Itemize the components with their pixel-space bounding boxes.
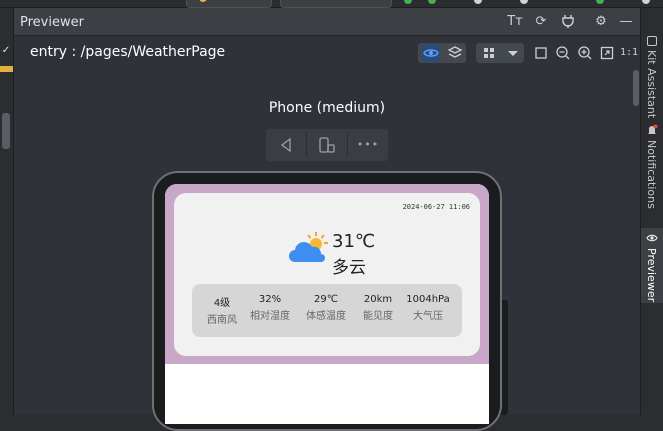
sync-icon[interactable] <box>596 0 604 4</box>
partly-cloudy-icon <box>288 231 330 265</box>
right-tool-strip: Kit Assistant Notifications Previewer <box>640 8 663 415</box>
actual-size-icon[interactable] <box>598 43 616 63</box>
refresh-icon[interactable]: ⟳ <box>532 14 550 30</box>
back-icon[interactable] <box>266 129 306 161</box>
profile-icon[interactable] <box>474 0 482 4</box>
screen-background: 2024-06-27 11:06 31℃ 多云 4级 西南风 32% 相对湿度 … <box>165 184 489 364</box>
weather-card: 2024-06-27 11:06 31℃ 多云 4级 西南风 32% 相对湿度 … <box>174 193 480 356</box>
stat-value: 32% <box>258 294 282 305</box>
stat-label: 大气压 <box>413 311 443 322</box>
tab-label: Previewer <box>645 248 658 303</box>
previewer-header: Previewer Tт ⟳ ⚙ — <box>14 8 640 36</box>
minimize-icon[interactable]: — <box>617 14 635 30</box>
stat-visibility: 20km 能见度 <box>358 294 398 322</box>
layers-icon[interactable] <box>446 44 464 62</box>
stop-icon[interactable] <box>520 0 528 4</box>
stat-pressure: 1004hPa 大气压 <box>404 294 452 322</box>
gear-icon[interactable]: ⚙ <box>592 14 610 30</box>
left-tool-strip: ✓ <box>0 8 14 415</box>
tab-notifications[interactable]: Notifications <box>641 120 663 220</box>
run-config-selector[interactable] <box>186 0 272 8</box>
stat-label: 相对湿度 <box>250 311 290 322</box>
tab-label: Notifications <box>645 140 658 209</box>
path-bar: entry : /pages/WeatherPage 1:1 <box>14 37 640 68</box>
stat-label: 体感温度 <box>306 311 346 322</box>
scroll-thumb[interactable] <box>633 70 639 106</box>
eye-icon[interactable] <box>422 44 440 62</box>
weather-stats-panel: 4级 西南风 32% 相对湿度 29℃ 体感温度 20km 能见度 1004hP… <box>192 284 462 337</box>
stat-humidity: 32% 相对湿度 <box>248 294 292 322</box>
run-icon[interactable] <box>404 0 412 4</box>
stat-value: 4级 <box>213 298 231 309</box>
rotate-device-icon[interactable] <box>307 129 347 161</box>
kit-assistant-icon <box>647 36 657 46</box>
plug-icon[interactable] <box>559 14 577 30</box>
stat-feels-like: 29℃ 体感温度 <box>304 294 348 322</box>
check-icon[interactable]: ✓ <box>0 45 12 59</box>
stat-label: 西南风 <box>207 315 237 326</box>
weather-condition: 多云 <box>332 258 366 278</box>
temperature: 31℃ <box>332 231 376 252</box>
zoom-in-icon[interactable] <box>576 43 594 63</box>
device-controls: ••• <box>266 129 388 161</box>
stat-wind: 4级 西南风 <box>202 294 242 326</box>
main-toolbar-strip <box>0 0 663 8</box>
tab-previewer[interactable]: Previewer <box>641 228 663 303</box>
zoom-out-icon[interactable] <box>554 43 572 63</box>
grid-icon <box>480 44 498 62</box>
ratio-icon[interactable]: 1:1 <box>620 43 638 63</box>
device-selector[interactable] <box>280 0 392 8</box>
page-path: entry : /pages/WeatherPage <box>30 44 226 60</box>
debug-icon[interactable] <box>428 0 436 4</box>
tab-label: Kit Assistant <box>645 50 658 119</box>
device-name: Phone (medium) <box>268 100 386 116</box>
bell-icon <box>646 124 658 136</box>
fit-frame-icon[interactable] <box>532 43 550 63</box>
left-scroll-thumb[interactable] <box>2 113 10 149</box>
stat-value: 29℃ <box>314 294 338 305</box>
warning-marker <box>0 66 13 72</box>
panel-title: Previewer <box>20 15 84 30</box>
update-time: 2024-06-27 11:06 <box>402 203 470 211</box>
preview-scrollbar[interactable] <box>633 68 639 415</box>
tab-kit-assistant[interactable]: Kit Assistant <box>641 8 663 118</box>
more-icon[interactable]: ••• <box>348 129 388 161</box>
font-size-icon[interactable]: Tт <box>506 14 524 30</box>
search-everywhere-icon[interactable] <box>642 0 650 4</box>
phone-screen: 2024-06-27 11:06 31℃ 多云 4级 西南风 32% 相对湿度 … <box>165 184 489 424</box>
eye-icon <box>646 232 658 244</box>
stat-label: 能见度 <box>363 311 393 322</box>
stat-value: 20km <box>363 294 393 305</box>
module-icon <box>199 0 207 2</box>
chevron-down-icon <box>504 44 522 62</box>
multi-device-dropdown[interactable] <box>476 43 524 63</box>
view-mode-group <box>418 43 466 63</box>
stat-value: 1004hPa <box>406 294 450 305</box>
